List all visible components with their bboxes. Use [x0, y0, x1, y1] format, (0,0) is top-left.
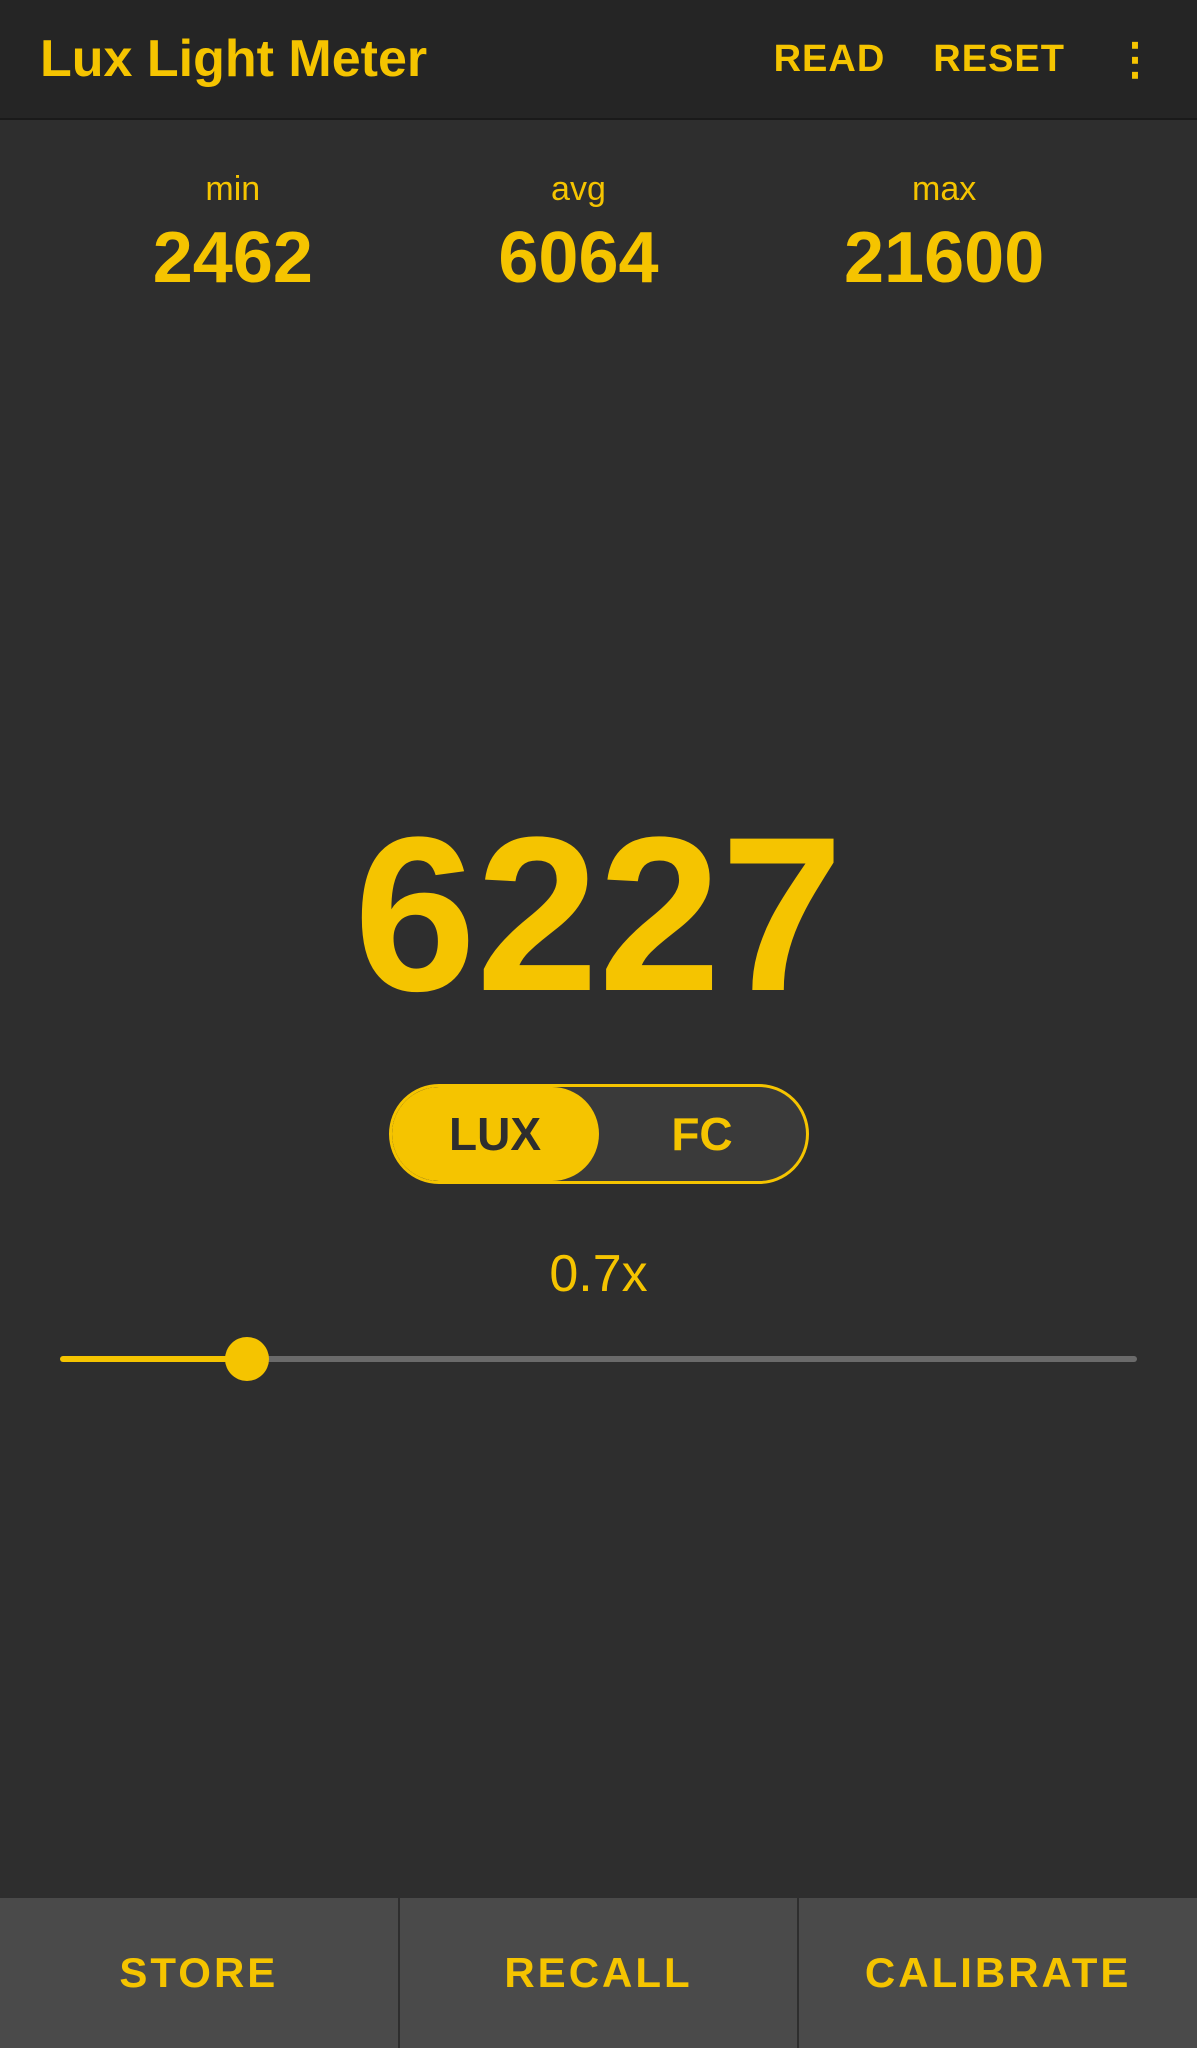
max-value: 21600 — [844, 217, 1044, 299]
stat-max: max 21600 — [844, 170, 1044, 299]
calibrate-button[interactable]: CALIBRATE — [799, 1898, 1197, 2048]
fc-toggle-option[interactable]: FC — [599, 1087, 806, 1181]
bottom-buttons: STORE RECALL CALIBRATE — [0, 1898, 1197, 2048]
multiplier-value: 0.7x — [549, 1244, 647, 1304]
min-value: 2462 — [153, 217, 313, 299]
unit-toggle[interactable]: LUX FC — [389, 1084, 809, 1184]
stat-min: min 2462 — [153, 170, 313, 299]
menu-button[interactable]: ⋮ — [1113, 34, 1157, 85]
header-actions: READ RESET ⋮ — [774, 34, 1157, 85]
reset-button[interactable]: RESET — [933, 38, 1065, 81]
max-label: max — [912, 170, 976, 209]
read-button[interactable]: READ — [774, 38, 886, 81]
store-button[interactable]: STORE — [0, 1898, 400, 2048]
avg-label: avg — [551, 170, 606, 209]
main-reading-container: 6227 LUX FC 0.7x — [0, 289, 1197, 1898]
avg-value: 6064 — [498, 217, 658, 299]
recall-button[interactable]: RECALL — [400, 1898, 800, 2048]
main-reading-value: 6227 — [354, 804, 843, 1024]
stat-avg: avg 6064 — [498, 170, 658, 299]
app-title: Lux Light Meter — [40, 29, 427, 89]
multiplier-section: 0.7x — [20, 1244, 1177, 1384]
app-header: Lux Light Meter READ RESET ⋮ — [0, 0, 1197, 120]
slider-container — [60, 1334, 1137, 1384]
min-label: min — [205, 170, 260, 209]
lux-toggle-option[interactable]: LUX — [392, 1087, 599, 1181]
calibration-slider[interactable] — [60, 1356, 1137, 1362]
